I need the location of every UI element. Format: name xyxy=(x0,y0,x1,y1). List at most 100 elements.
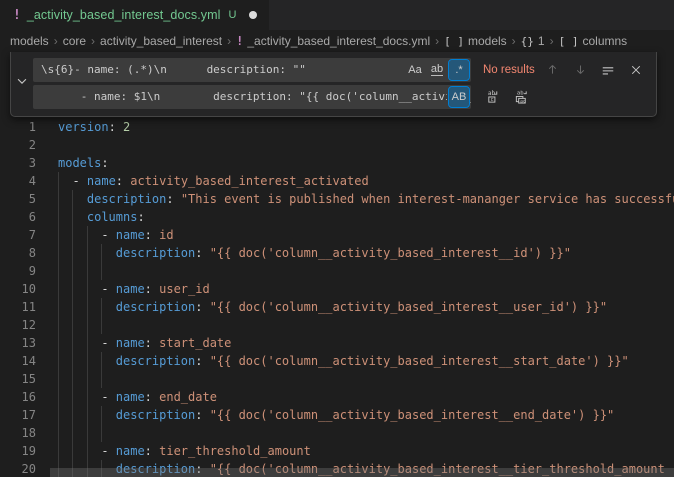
code-line-19[interactable]: 19 - name: tier_threshold_amount xyxy=(0,442,674,460)
line-text: columns: xyxy=(58,210,145,224)
breadcrumb-item-models[interactable]: models xyxy=(10,34,49,48)
indent-guide xyxy=(87,424,101,442)
svg-text:ab: ab xyxy=(517,91,524,97)
breadcrumb-separator-icon: › xyxy=(91,34,95,48)
horizontal-scrollbar[interactable] xyxy=(50,468,674,477)
find-in-selection-button[interactable] xyxy=(598,59,619,80)
breadcrumb-item-core[interactable]: core xyxy=(63,34,86,48)
indent-guide xyxy=(87,388,101,406)
close-find-widget-button[interactable] xyxy=(626,59,647,80)
indent-guide xyxy=(72,226,86,244)
line-number: 5 xyxy=(0,190,36,208)
chevron-down-icon xyxy=(15,74,29,93)
line-text: description: "This event is published wh… xyxy=(58,192,674,206)
line-number: 13 xyxy=(0,334,36,352)
replace-button[interactable]: abc xyxy=(483,86,504,107)
code-line-15[interactable]: 15 xyxy=(0,370,674,388)
code-line-5[interactable]: 5 description: "This event is published … xyxy=(0,190,674,208)
code-line-14[interactable]: 14 description: "{{ doc('column__activit… xyxy=(0,352,674,370)
line-number: 2 xyxy=(0,136,36,154)
line-number: 4 xyxy=(0,172,36,190)
line-text: - name: end_date xyxy=(58,390,217,404)
indent-guide xyxy=(72,334,86,352)
code-line-18[interactable]: 18 xyxy=(0,424,674,442)
indent-guide xyxy=(72,262,86,280)
breadcrumb-label: models xyxy=(10,34,49,48)
svg-text:ac: ac xyxy=(520,99,526,104)
code-line-17[interactable]: 17 description: "{{ doc('column__activit… xyxy=(0,406,674,424)
indent-guide xyxy=(58,370,72,388)
code-line-9[interactable]: 9 xyxy=(0,262,674,280)
find-input[interactable]: \s{6}- name: (.*)\n description: "" Aa a… xyxy=(33,58,471,82)
indent-guide xyxy=(72,190,86,208)
replace-input[interactable]: - name: $1\n description: "{{ doc('colum… xyxy=(33,85,471,109)
indent-guide xyxy=(72,208,86,226)
vscode-window: ! _activity_based_interest_docs.yml U mo… xyxy=(0,0,674,477)
indent-guide xyxy=(101,406,115,424)
breadcrumb-item-columns[interactable]: [ ]columns xyxy=(559,34,628,48)
code-line-8[interactable]: 8 description: "{{ doc('column__activity… xyxy=(0,244,674,262)
line-number: 10 xyxy=(0,280,36,298)
indent-guide xyxy=(101,244,115,262)
svg-text:ab: ab xyxy=(488,90,496,97)
line-text: description: "{{ doc('column__activity_b… xyxy=(58,408,614,422)
indent-guide xyxy=(58,208,72,226)
indent-guide xyxy=(87,226,101,244)
find-row: \s{6}- name: (.*)\n description: "" Aa a… xyxy=(33,57,650,82)
code-line-11[interactable]: 11 description: "{{ doc('column__activit… xyxy=(0,298,674,316)
code-line-12[interactable]: 12 xyxy=(0,316,674,334)
indent-guide xyxy=(101,370,115,388)
indent-guide xyxy=(101,316,115,334)
code-line-1[interactable]: 1version: 2 xyxy=(0,118,674,136)
code-line-16[interactable]: 16 - name: end_date xyxy=(0,388,674,406)
toggle-replace-button[interactable] xyxy=(11,56,33,111)
line-number: 17 xyxy=(0,406,36,424)
code-line-7[interactable]: 7 - name: id xyxy=(0,226,674,244)
indent-guide xyxy=(87,352,101,370)
code-line-13[interactable]: 13 - name: start_date xyxy=(0,334,674,352)
symbol-warning-icon: ! xyxy=(236,34,243,48)
line-number: 9 xyxy=(0,262,36,280)
line-number: 3 xyxy=(0,154,36,172)
indent-guide xyxy=(72,370,86,388)
code-line-6[interactable]: 6 columns: xyxy=(0,208,674,226)
line-text: description: "{{ doc('column__activity_b… xyxy=(58,300,607,314)
line-number: 19 xyxy=(0,442,36,460)
indent-guide xyxy=(58,244,72,262)
preserve-case-button[interactable]: AB xyxy=(449,87,469,107)
breadcrumb-item-_activity_based_interest_docs.yml[interactable]: !_activity_based_interest_docs.yml xyxy=(236,34,430,48)
indent-guide xyxy=(72,406,86,424)
replace-all-button[interactable]: ab ac xyxy=(511,86,532,107)
indent-guide xyxy=(87,406,101,424)
breadcrumb-item-models[interactable]: [ ]models xyxy=(444,34,507,48)
code-line-10[interactable]: 10 - name: user_id xyxy=(0,280,674,298)
indent-guide xyxy=(58,424,72,442)
next-match-button[interactable] xyxy=(570,59,591,80)
replace-options: AB xyxy=(447,87,469,107)
breadcrumb-item-1[interactable]: {}1 xyxy=(521,34,545,48)
previous-match-button[interactable] xyxy=(542,59,563,80)
replace-input-value: - name: $1\n description: "{{ doc('colum… xyxy=(41,90,471,103)
indent-guide xyxy=(72,388,86,406)
code-line-2[interactable]: 2 xyxy=(0,136,674,154)
indent-guide xyxy=(101,262,115,280)
match-case-button[interactable]: Aa xyxy=(405,60,425,80)
indent-guide xyxy=(58,226,72,244)
whole-word-button[interactable]: ab xyxy=(427,60,447,80)
unsaved-dot-icon[interactable] xyxy=(249,11,257,19)
editor-tab[interactable]: ! _activity_based_interest_docs.yml U xyxy=(0,0,269,30)
code-line-3[interactable]: 3models: xyxy=(0,154,674,172)
find-widget: \s{6}- name: (.*)\n description: "" Aa a… xyxy=(10,52,657,117)
line-number: 7 xyxy=(0,226,36,244)
svg-text:c: c xyxy=(491,97,494,103)
indent-guide xyxy=(87,334,101,352)
indent-guide xyxy=(58,352,72,370)
regex-button[interactable]: .* xyxy=(449,60,469,80)
indent-guide xyxy=(58,442,72,460)
indent-guide xyxy=(72,298,86,316)
breadcrumb-item-activity_based_interest[interactable]: activity_based_interest xyxy=(100,34,222,48)
symbol-array-icon: [ ] xyxy=(444,35,464,48)
close-icon xyxy=(630,64,642,76)
code-line-4[interactable]: 4 - name: activity_based_interest_activa… xyxy=(0,172,674,190)
replace-icon: abc xyxy=(486,89,501,104)
